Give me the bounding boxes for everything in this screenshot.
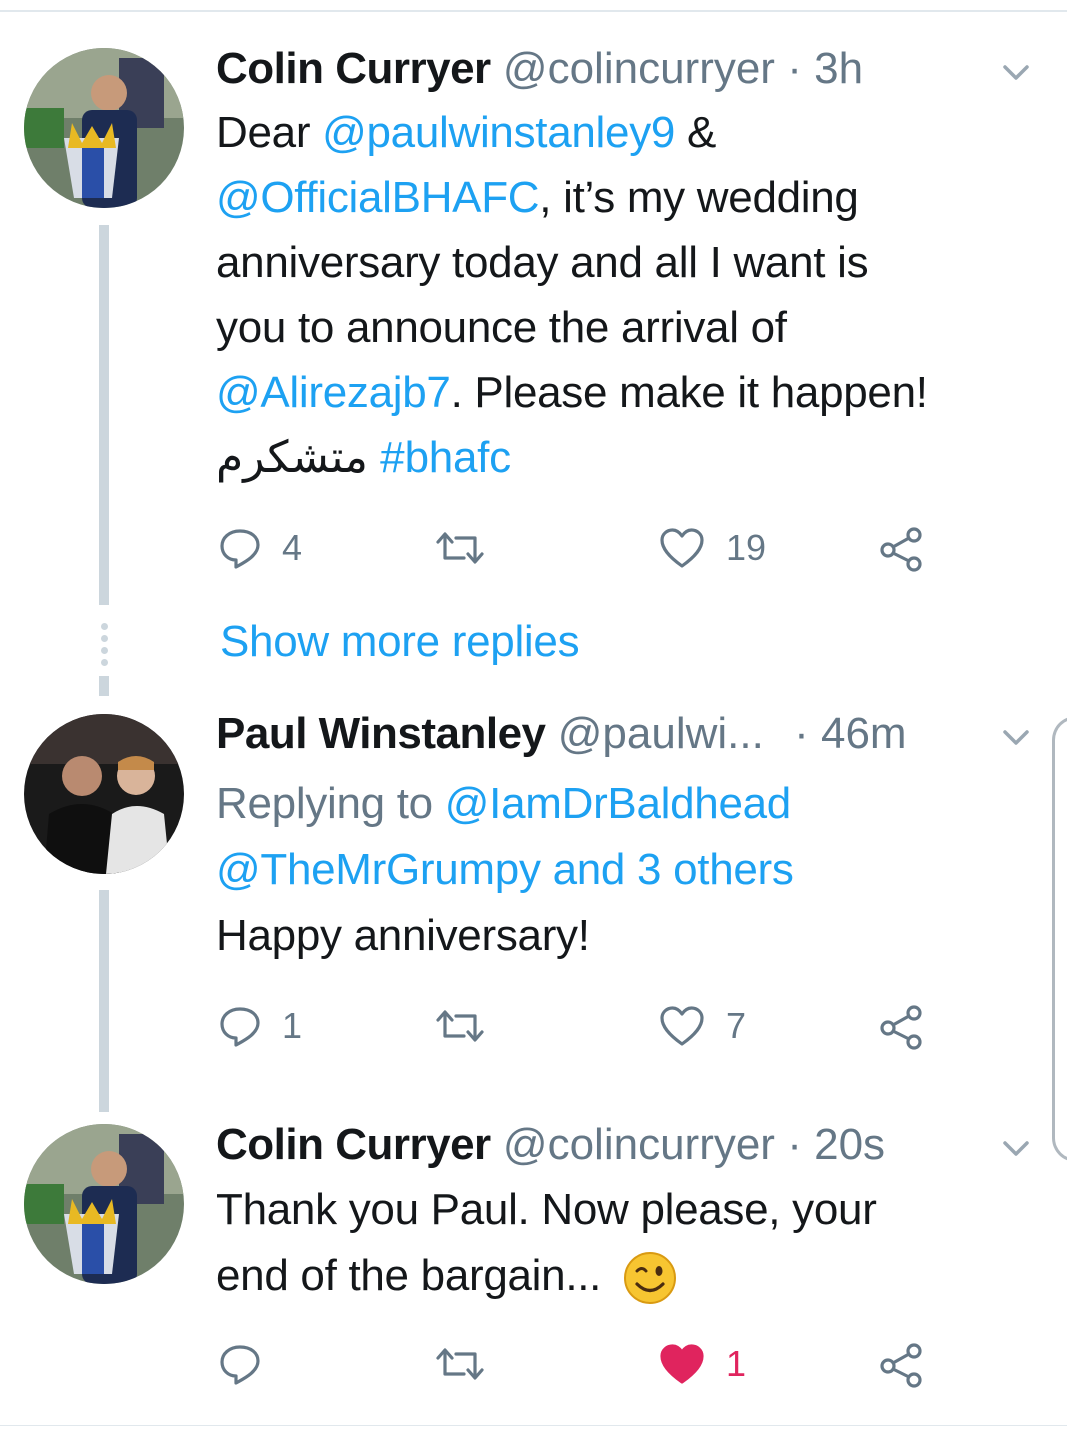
like-button[interactable]: 19: [658, 526, 766, 570]
tweet-3-header: Colin Curryer @colincurryer · 20s: [216, 1117, 885, 1173]
tweet-2-header: Paul Winstanley @paulwi... · 46m: [216, 706, 907, 762]
like-count: 19: [726, 527, 767, 568]
thread-line-2: [99, 676, 109, 696]
user-handle[interactable]: @colincurryer: [503, 44, 775, 93]
share-button[interactable]: [878, 1004, 926, 1050]
chevron-down-icon[interactable]: [998, 719, 1034, 755]
reply-icon: [220, 1007, 260, 1047]
mention-link[interactable]: @OfficialBHAFC: [216, 173, 540, 222]
reply-icon: [220, 1345, 260, 1385]
replying-to-line-1: Replying to @IamDrBaldhead: [216, 772, 791, 836]
text: you to announce the arrival of: [216, 303, 787, 352]
tweet-1-header: Colin Curryer @colincurryer · 3h: [216, 41, 863, 97]
replying-to-line-2: @TheMrGrumpy and 3 others: [216, 838, 794, 902]
retweet-icon: [436, 1348, 484, 1380]
reply-button[interactable]: [218, 1342, 282, 1386]
separator: ·: [794, 709, 809, 758]
user-handle[interactable]: @colincurryer: [503, 1120, 775, 1169]
display-name[interactable]: Colin Curryer: [216, 1120, 491, 1169]
thread-gap-dots: [97, 620, 111, 668]
like-button[interactable]: 1: [658, 1342, 746, 1386]
share-icon: [880, 1343, 922, 1388]
timestamp[interactable]: 20s: [814, 1120, 885, 1169]
heart-icon: [660, 1344, 704, 1384]
bottom-divider: [0, 1425, 1067, 1426]
tweet-1-text-line-4: you to announce the arrival of: [216, 296, 787, 360]
reply-count: 4: [282, 527, 303, 568]
tweet-1-text-line-6: متشكرم #bhafc: [216, 426, 511, 490]
tweet-3-text-line-1: Thank you Paul. Now please, your: [216, 1178, 877, 1242]
show-more-replies-link[interactable]: Show more replies: [220, 612, 580, 672]
share-icon: [880, 527, 922, 572]
text: end of the bargain...: [216, 1251, 602, 1300]
chevron-down-icon[interactable]: [998, 54, 1034, 90]
share-button[interactable]: [878, 1342, 926, 1388]
text: . Please make it happen!: [450, 368, 928, 417]
tweet-1-text-line-1: Dear @paulwinstanley9 &: [216, 101, 716, 165]
share-button[interactable]: [878, 526, 926, 572]
retweet-button[interactable]: [432, 1004, 488, 1048]
heart-icon: [660, 1006, 704, 1046]
reply-button[interactable]: 1: [218, 1004, 302, 1048]
separator: ·: [787, 44, 802, 93]
hashtag-link[interactable]: #bhafc: [380, 433, 511, 482]
timestamp[interactable]: 3h: [814, 44, 863, 93]
reply-button[interactable]: 4: [218, 526, 302, 570]
replying-to-label: Replying to: [216, 779, 433, 828]
text: Dear: [216, 108, 323, 157]
separator: ·: [787, 1120, 802, 1169]
tweet-1-text-line-5: @Alirezajb7. Please make it happen!: [216, 361, 928, 425]
retweet-button[interactable]: [432, 1342, 488, 1386]
thread-line-1: [99, 225, 109, 605]
mention-link[interactable]: @Alirezajb7: [216, 368, 451, 417]
avatar-colin-curryer[interactable]: [24, 48, 184, 208]
arabic-text: متشكرم: [216, 433, 368, 482]
top-divider: [0, 0, 1067, 12]
like-count: 7: [726, 1005, 747, 1046]
tweet-1-text-line-2: @OfficialBHAFC, it’s my wedding: [216, 166, 859, 230]
display-name[interactable]: Paul Winstanley: [216, 709, 546, 758]
chevron-down-icon[interactable]: [998, 1130, 1034, 1166]
text: Happy anniversary!: [216, 911, 590, 960]
text: &: [675, 108, 717, 157]
thread-line-3: [99, 890, 109, 1112]
tweet-3-text-line-2: end of the bargain...: [216, 1244, 677, 1308]
mention-link[interactable]: @TheMrGrumpy and 3 others: [216, 845, 794, 894]
retweet-icon: [436, 1010, 484, 1042]
timestamp[interactable]: 46m: [821, 709, 907, 758]
reply-count: 1: [282, 1005, 303, 1046]
text: , it’s my wedding: [539, 173, 859, 222]
avatar-colin-curryer[interactable]: [24, 1124, 184, 1284]
winking-face-icon: [624, 1252, 677, 1305]
retweet-button[interactable]: [432, 526, 488, 570]
user-handle[interactable]: @paulwi...: [558, 709, 764, 758]
mention-link[interactable]: @IamDrBaldhead: [445, 779, 792, 828]
scroll-indicator: [1052, 716, 1067, 1162]
text: Thank you Paul. Now please, your: [216, 1185, 877, 1234]
heart-icon: [660, 528, 704, 568]
display-name[interactable]: Colin Curryer: [216, 44, 491, 93]
like-button[interactable]: 7: [658, 1004, 746, 1048]
avatar-paul-winstanley[interactable]: [24, 714, 184, 874]
retweet-icon: [436, 532, 484, 564]
like-count: 1: [726, 1343, 747, 1384]
mention-link[interactable]: @paulwinstanley9: [322, 108, 675, 157]
tweet-2-text: Happy anniversary!: [216, 904, 590, 968]
share-icon: [880, 1005, 922, 1050]
reply-icon: [220, 529, 260, 569]
tweet-1-text-line-3: anniversary today and all I want is: [216, 231, 869, 295]
text: anniversary today and all I want is: [216, 238, 869, 287]
